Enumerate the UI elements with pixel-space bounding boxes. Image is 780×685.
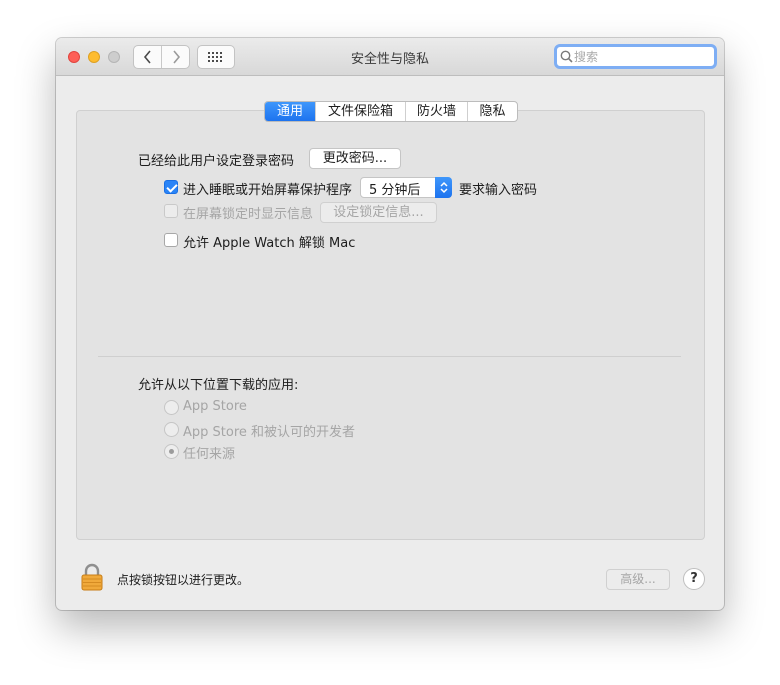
tab-privacy[interactable]: 隐私 [467, 102, 517, 121]
change-password-button[interactable]: 更改密码... [309, 148, 401, 169]
require-password-suffix: 要求输入密码 [459, 183, 538, 198]
search-input[interactable] [574, 48, 710, 66]
tab-bar: 通用 文件保险箱 防火墙 隐私 [264, 101, 518, 122]
require-password-label: 进入睡眠或开始屏幕保护程序 [183, 183, 353, 198]
tab-filevault[interactable]: 文件保险箱 [315, 102, 405, 121]
show-message-checkbox[interactable] [164, 204, 178, 218]
search-icon [560, 50, 573, 63]
content-panel [76, 110, 705, 540]
tab-firewall[interactable]: 防火墙 [405, 102, 467, 121]
lock-icon [81, 563, 103, 591]
password-delay-popup[interactable]: 5 分钟后 [360, 177, 452, 198]
apple-watch-unlock-checkbox[interactable] [164, 233, 178, 247]
search-field[interactable] [554, 44, 717, 69]
password-set-label: 已经给此用户设定登录密码 [138, 154, 295, 169]
tab-general[interactable]: 通用 [265, 102, 315, 121]
radio-anywhere-label: 任何来源 [183, 447, 236, 462]
set-lock-message-button[interactable]: 设定锁定信息... [320, 202, 437, 223]
require-password-checkbox[interactable] [164, 180, 178, 194]
radio-anywhere[interactable] [164, 444, 179, 459]
show-message-label: 在屏幕锁定时显示信息 [183, 207, 314, 222]
title-bar: 安全性与隐私 [56, 38, 724, 76]
section-divider [98, 356, 681, 357]
password-delay-value: 5 分钟后 [369, 183, 421, 198]
advanced-button[interactable]: 高级... [606, 569, 670, 590]
lock-hint-text: 点按锁按钮以进行更改。 [117, 573, 250, 587]
updown-arrows-icon [435, 177, 452, 198]
apple-watch-unlock-label: 允许 Apple Watch 解锁 Mac [183, 236, 356, 251]
help-button[interactable]: ? [683, 568, 705, 590]
radio-app-store-identified[interactable] [164, 422, 179, 437]
radio-app-store[interactable] [164, 400, 179, 415]
downloads-heading: 允许从以下位置下载的应用: [138, 378, 299, 393]
lock-button[interactable] [80, 563, 104, 595]
preferences-window: 安全性与隐私 通用 文件保险箱 防火墙 隐私 已经给此用户设定登录密码 更改密码… [56, 38, 724, 610]
radio-app-store-label: App Store [183, 399, 247, 414]
radio-app-store-identified-label: App Store 和被认可的开发者 [183, 425, 356, 440]
